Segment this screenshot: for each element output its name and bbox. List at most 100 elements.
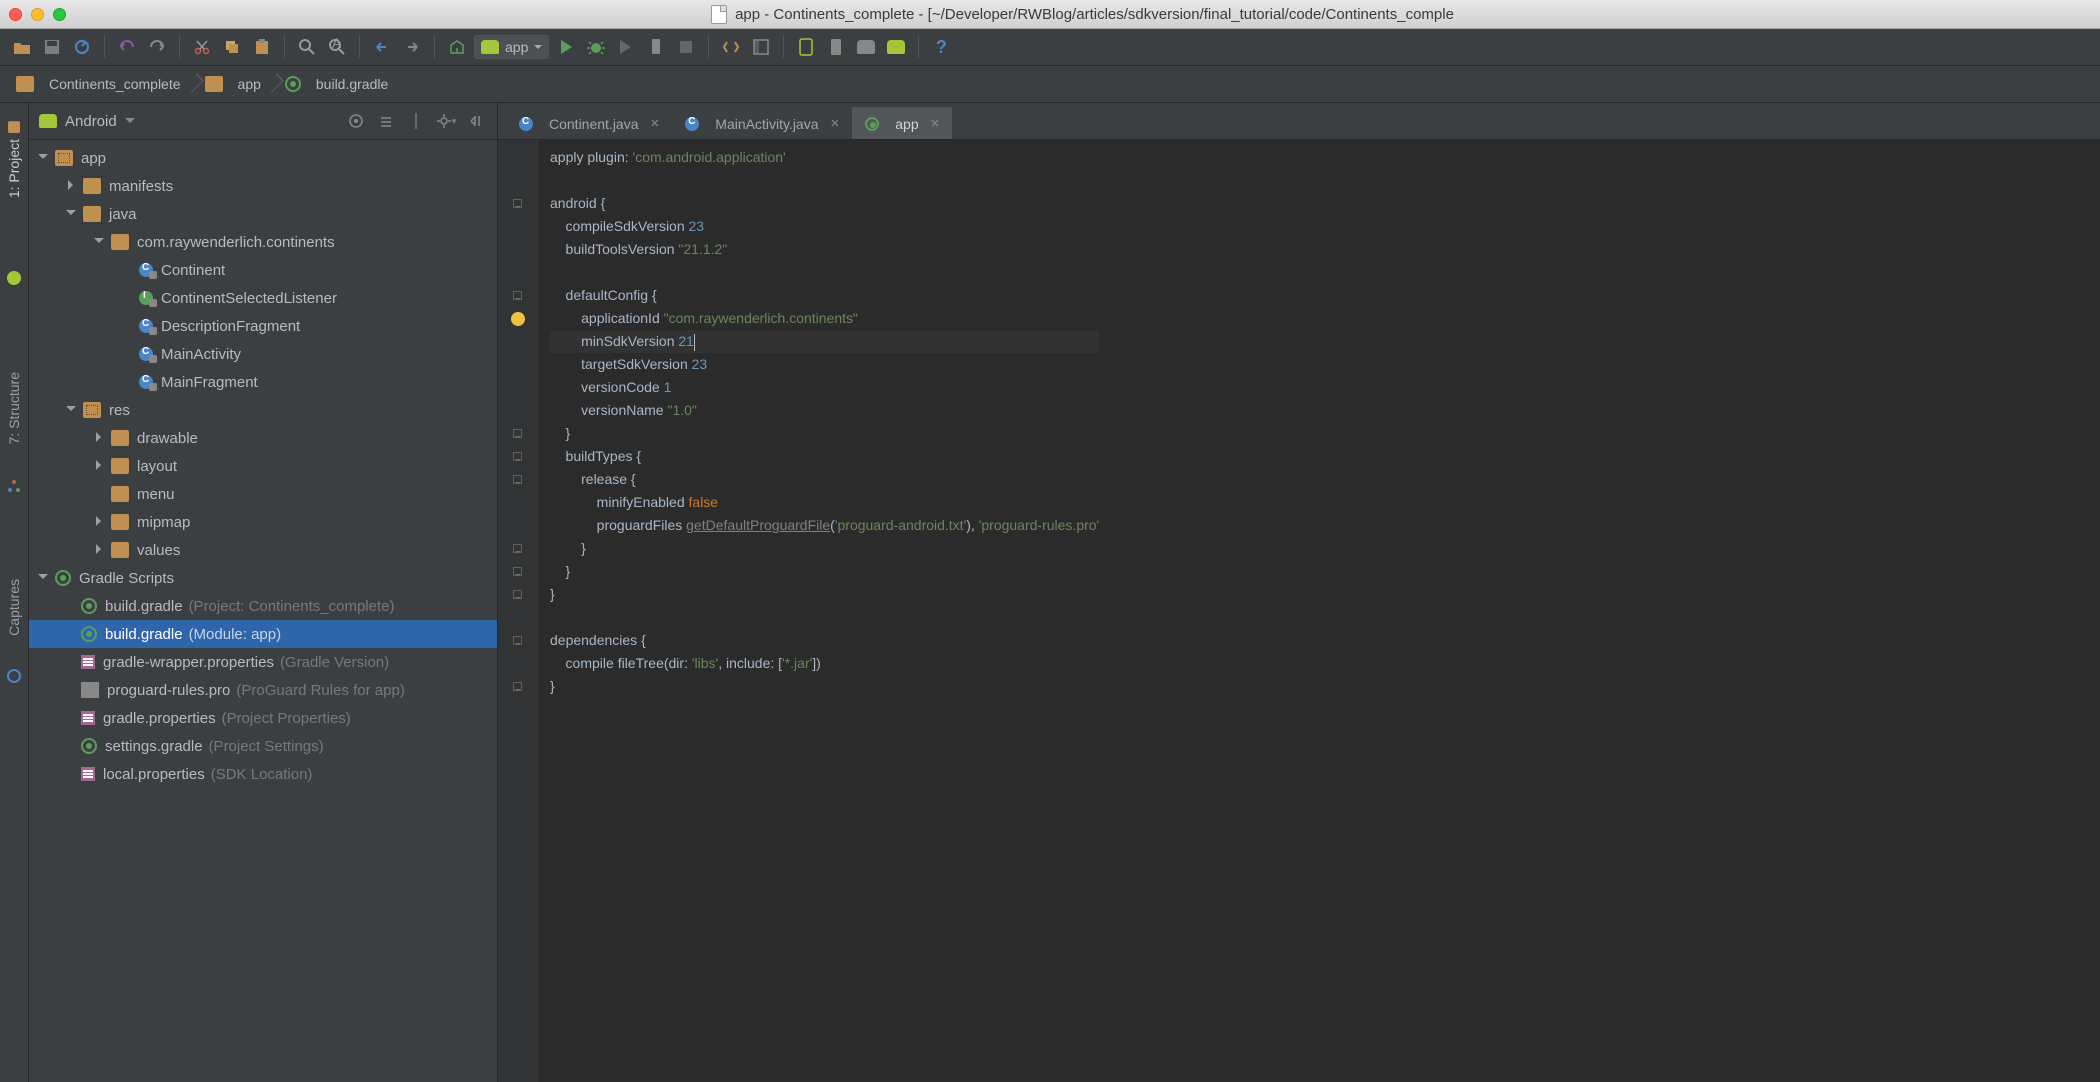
document-icon (711, 5, 727, 24)
tree-node-menu[interactable]: menu (29, 480, 497, 508)
tree-node-values[interactable]: values (29, 536, 497, 564)
tree-node-package[interactable]: com.raywenderlich.continents (29, 228, 497, 256)
minimize-window-button[interactable] (31, 8, 44, 21)
fold-icon[interactable] (513, 429, 522, 438)
tree-node-layout[interactable]: layout (29, 452, 497, 480)
tree-node-gradle-scripts[interactable]: Gradle Scripts (29, 564, 497, 592)
help-icon[interactable]: ? (928, 34, 954, 60)
open-icon[interactable] (9, 34, 35, 60)
tree-node-manifests[interactable]: manifests (29, 172, 497, 200)
separator (783, 36, 784, 58)
back-icon[interactable] (369, 34, 395, 60)
intention-bulb-icon[interactable] (511, 312, 525, 326)
captures-tool-icon[interactable] (7, 669, 21, 683)
debug-icon[interactable] (583, 34, 609, 60)
tree-node-class[interactable]: MainFragment (29, 368, 497, 396)
redo-icon[interactable] (144, 34, 170, 60)
tool-tab-captures[interactable]: Captures (6, 573, 22, 642)
tree-node-drawable[interactable]: drawable (29, 424, 497, 452)
tree-node-mipmap[interactable]: mipmap (29, 508, 497, 536)
tool-tab-project[interactable]: 1: Project (6, 115, 22, 204)
class-icon (139, 319, 153, 333)
attach-debugger-icon[interactable] (643, 34, 669, 60)
android-monitor-icon[interactable] (853, 34, 879, 60)
fold-icon[interactable] (513, 544, 522, 553)
replace-icon[interactable]: A (324, 34, 350, 60)
lock-icon (149, 299, 157, 307)
code-editor[interactable]: apply plugin: 'com.android.application' … (498, 140, 2100, 1082)
project-view-label[interactable]: Android (65, 113, 117, 130)
properties-icon (81, 767, 95, 781)
separator (918, 36, 919, 58)
tree-node-class[interactable]: DescriptionFragment (29, 312, 497, 340)
hide-panel-icon[interactable] (465, 110, 487, 132)
tree-node-proguard[interactable]: proguard-rules.pro(ProGuard Rules for ap… (29, 676, 497, 704)
fold-icon[interactable] (513, 452, 522, 461)
window-title: app - Continents_complete - [~/Developer… (735, 6, 1454, 23)
tool-tab-structure[interactable]: 7: Structure (6, 366, 22, 450)
tree-node-build-gradle-project[interactable]: build.gradle(Project: Continents_complet… (29, 592, 497, 620)
fold-icon[interactable] (513, 291, 522, 300)
fold-icon[interactable] (513, 199, 522, 208)
close-window-button[interactable] (9, 8, 22, 21)
sdk-manager-icon[interactable] (823, 34, 849, 60)
scroll-from-source-icon[interactable] (345, 110, 367, 132)
close-tab-icon[interactable]: × (831, 115, 840, 132)
tree-node-app[interactable]: app (29, 144, 497, 172)
structure-tool-icon[interactable] (7, 479, 21, 493)
code-body[interactable]: apply plugin: 'com.android.application' … (538, 140, 1099, 1082)
project-structure-icon[interactable] (748, 34, 774, 60)
node-label: com.raywenderlich.continents (137, 234, 335, 251)
tree-node-local-properties[interactable]: local.properties(SDK Location) (29, 760, 497, 788)
avd-manager-icon[interactable] (793, 34, 819, 60)
tree-node-class[interactable]: Continent (29, 256, 497, 284)
folder-icon (111, 514, 129, 530)
project-tree[interactable]: app manifests java com.raywenderlich.con… (29, 140, 497, 1082)
tree-node-build-gradle-app[interactable]: build.gradle(Module: app) (29, 620, 497, 648)
fold-icon[interactable] (513, 590, 522, 599)
make-icon[interactable] (444, 34, 470, 60)
android-tool-icon[interactable] (6, 270, 22, 286)
save-icon[interactable] (39, 34, 65, 60)
breadcrumb-project[interactable]: Continents_complete (6, 70, 195, 98)
fold-icon[interactable] (513, 636, 522, 645)
tree-node-java[interactable]: java (29, 200, 497, 228)
cut-icon[interactable] (189, 34, 215, 60)
crumb-label: build.gradle (316, 76, 388, 92)
run-coverage-icon[interactable] (613, 34, 639, 60)
find-icon[interactable] (294, 34, 320, 60)
sync-gradle-icon[interactable] (718, 34, 744, 60)
tab-mainactivity-java[interactable]: MainActivity.java × (672, 107, 852, 139)
copy-icon[interactable] (219, 34, 245, 60)
tree-node-settings-gradle[interactable]: settings.gradle(Project Settings) (29, 732, 497, 760)
run-configuration-select[interactable]: app (474, 35, 549, 59)
fold-icon[interactable] (513, 475, 522, 484)
tab-app-gradle[interactable]: app × (852, 107, 952, 139)
undo-icon[interactable] (114, 34, 140, 60)
settings-icon[interactable]: ▾ (435, 110, 457, 132)
package-icon (111, 234, 129, 250)
tree-node-class[interactable]: MainActivity (29, 340, 497, 368)
forward-icon[interactable] (399, 34, 425, 60)
run-icon[interactable] (553, 34, 579, 60)
breadcrumb-file[interactable]: build.gradle (275, 70, 402, 98)
close-tab-icon[interactable]: × (931, 115, 940, 132)
tab-continent-java[interactable]: Continent.java × (506, 107, 672, 139)
sync-icon[interactable] (69, 34, 95, 60)
fold-icon[interactable] (513, 567, 522, 576)
tree-node-gradle-wrapper[interactable]: gradle-wrapper.properties(Gradle Version… (29, 648, 497, 676)
editor-gutter[interactable] (498, 140, 538, 1082)
lock-icon (149, 355, 157, 363)
paste-icon[interactable] (249, 34, 275, 60)
stop-icon[interactable] (673, 34, 699, 60)
zoom-window-button[interactable] (53, 8, 66, 21)
fold-icon[interactable] (513, 682, 522, 691)
breadcrumb-module[interactable]: app (195, 70, 275, 98)
android-icon[interactable] (883, 34, 909, 60)
close-tab-icon[interactable]: × (651, 115, 660, 132)
collapse-all-icon[interactable] (375, 110, 397, 132)
chevron-down-icon[interactable] (125, 118, 135, 124)
tree-node-gradle-properties[interactable]: gradle.properties(Project Properties) (29, 704, 497, 732)
tree-node-interface[interactable]: ContinentSelectedListener (29, 284, 497, 312)
tree-node-res[interactable]: res (29, 396, 497, 424)
